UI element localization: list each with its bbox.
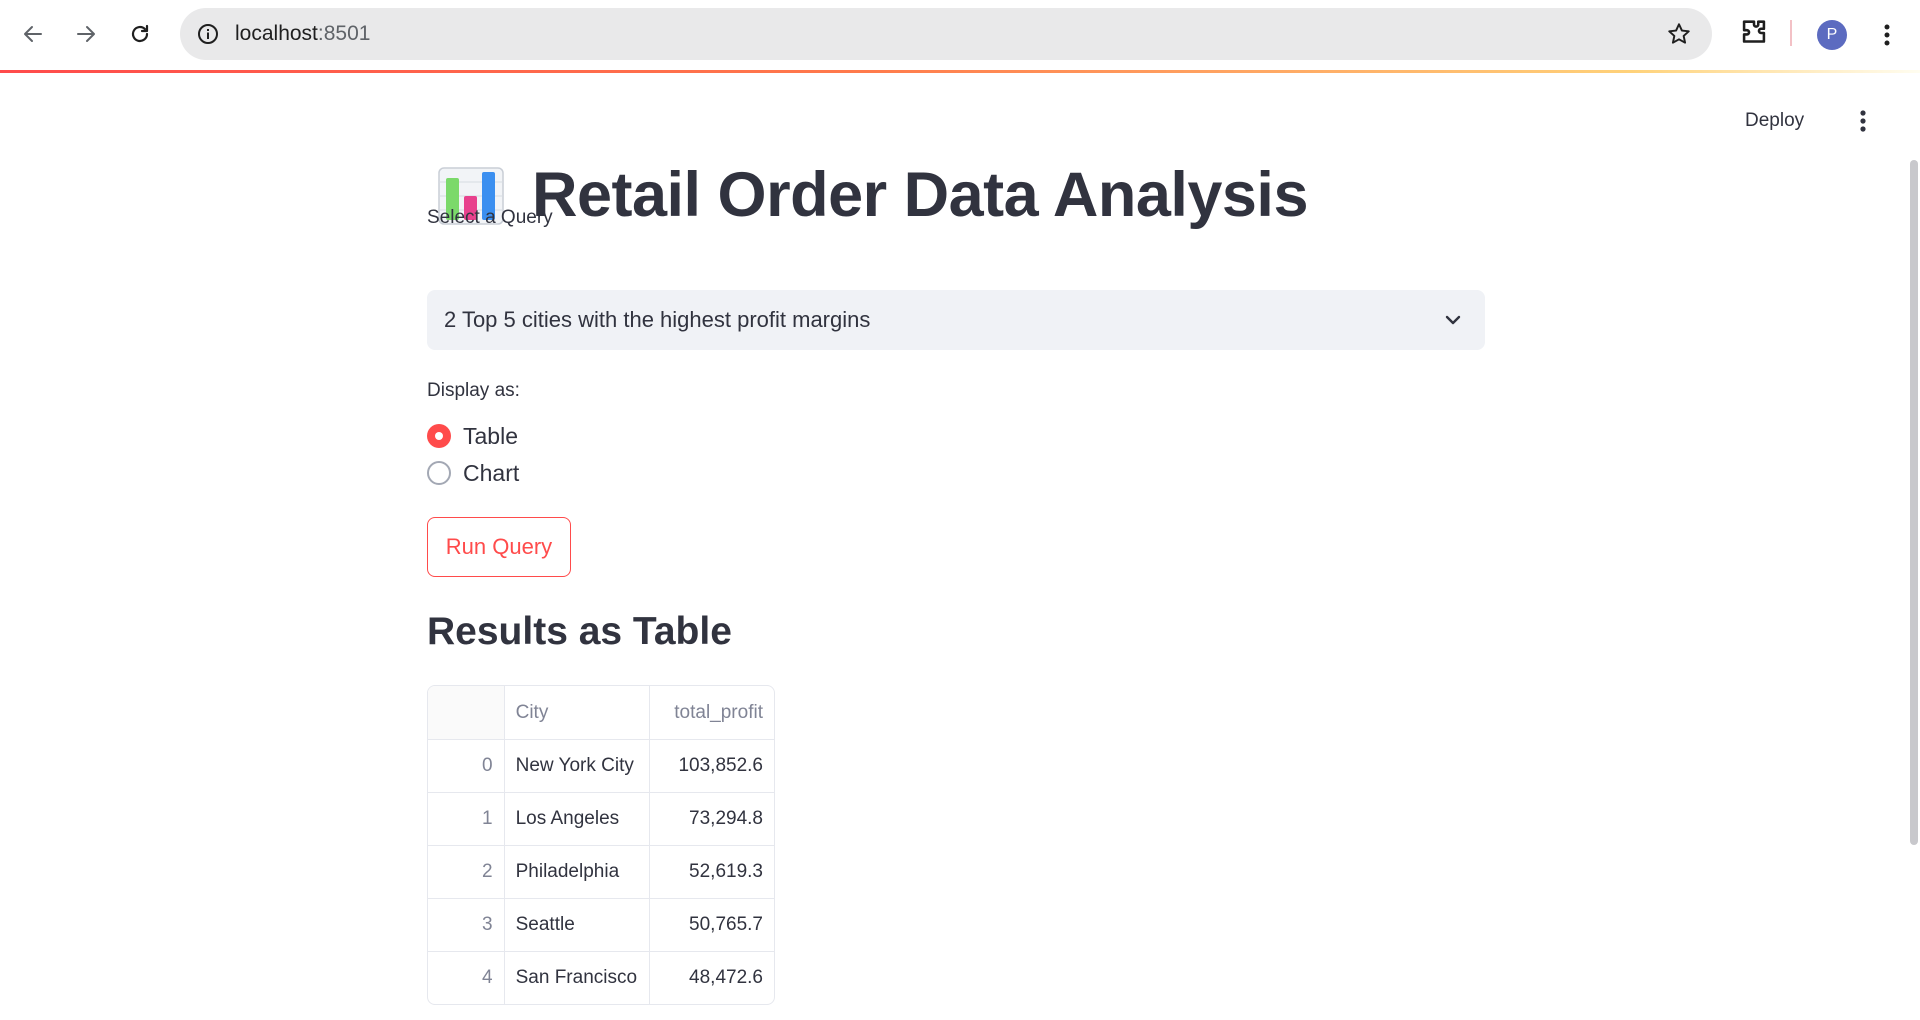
city-cell[interactable]: San Francisco	[503, 952, 649, 1004]
header-total-profit[interactable]: total_profit	[648, 686, 774, 739]
city-cell[interactable]: Seattle	[503, 899, 649, 951]
more-vert-icon	[1860, 110, 1866, 132]
back-button[interactable]	[13, 14, 53, 54]
url-host: localhost	[235, 22, 318, 45]
query-select-label: Select a Query	[427, 207, 553, 228]
radio-option-chart[interactable]: Chart	[427, 458, 519, 488]
table-row: 0 New York City 103,852.6	[428, 739, 774, 792]
header-index[interactable]	[428, 686, 504, 739]
app-decoration-bar	[0, 70, 1920, 73]
arrow-left-icon	[24, 26, 42, 42]
radio-option-table[interactable]: Table	[427, 421, 518, 451]
results-heading: Results as Table	[427, 610, 732, 653]
results-table[interactable]: City total_profit 0 New York City 103,85…	[427, 685, 775, 1005]
deploy-button[interactable]: Deploy	[1745, 110, 1804, 132]
arrow-right-icon	[77, 26, 95, 42]
header-city[interactable]: City	[503, 686, 649, 739]
city-cell[interactable]: Los Angeles	[503, 793, 649, 845]
query-select-value: 2 Top 5 cities with the highest profit m…	[444, 307, 871, 332]
radio-unselected-icon	[427, 461, 451, 485]
radio-label-chart: Chart	[463, 459, 520, 486]
app-menu-button[interactable]	[1848, 106, 1878, 136]
browser-toolbar: localhost:8501 P	[0, 0, 1920, 70]
table-row: 3 Seattle 50,765.7	[428, 898, 774, 951]
row-index[interactable]: 3	[428, 899, 504, 951]
table-row: 2 Philadelphia 52,619.3	[428, 845, 774, 898]
query-select[interactable]: 2 Top 5 cities with the highest profit m…	[427, 290, 1485, 350]
page-title-row: Retail Order Data Analysis	[438, 150, 1308, 240]
toolbar-divider	[1790, 20, 1792, 46]
display-as-label: Display as:	[427, 380, 520, 401]
total-profit-cell[interactable]: 73,294.8	[648, 793, 774, 845]
table-row: 4 San Francisco 48,472.6	[428, 951, 774, 1004]
total-profit-cell[interactable]: 48,472.6	[648, 952, 774, 1004]
url-text: localhost:8501	[235, 8, 370, 60]
profile-avatar[interactable]: P	[1817, 20, 1847, 50]
site-info-icon[interactable]	[196, 22, 220, 46]
row-index[interactable]: 4	[428, 952, 504, 1004]
table-row: 1 Los Angeles 73,294.8	[428, 792, 774, 845]
extensions-icon[interactable]	[1737, 16, 1771, 50]
forward-button[interactable]	[66, 14, 106, 54]
address-bar[interactable]: localhost:8501	[180, 8, 1712, 60]
row-index[interactable]: 0	[428, 740, 504, 792]
radio-selected-icon	[427, 424, 451, 448]
page-title: Retail Order Data Analysis	[532, 160, 1308, 230]
bookmark-star-icon[interactable]	[1666, 21, 1692, 47]
radio-label-table: Table	[463, 422, 518, 449]
city-cell[interactable]: New York City	[503, 740, 649, 792]
reload-icon	[131, 24, 149, 43]
reload-button[interactable]	[120, 14, 160, 54]
url-port: :8501	[317, 22, 371, 45]
city-cell[interactable]: Philadelphia	[503, 846, 649, 898]
table-header-row: City total_profit	[428, 686, 774, 739]
chevron-down-icon	[1445, 315, 1461, 325]
browser-menu-button[interactable]	[1872, 18, 1902, 52]
row-index[interactable]: 2	[428, 846, 504, 898]
run-query-button[interactable]: Run Query	[427, 517, 571, 577]
row-index[interactable]: 1	[428, 793, 504, 845]
total-profit-cell[interactable]: 50,765.7	[648, 899, 774, 951]
total-profit-cell[interactable]: 103,852.6	[648, 740, 774, 792]
more-vert-icon	[1884, 24, 1890, 46]
total-profit-cell[interactable]: 52,619.3	[648, 846, 774, 898]
page-scrollbar[interactable]	[1910, 160, 1918, 845]
